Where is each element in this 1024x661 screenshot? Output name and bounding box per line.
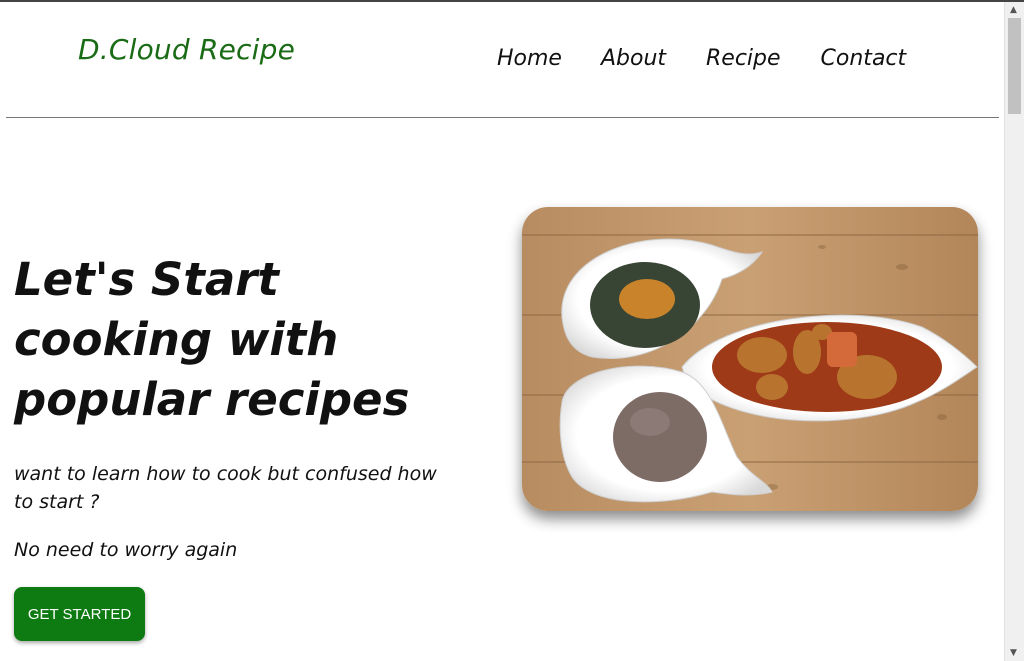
header-divider	[6, 117, 999, 118]
hero-title: Let's Start cooking with popular recipes	[14, 253, 410, 426]
navbar: D.Cloud Recipe Home About Recipe Contact	[0, 2, 1004, 118]
page-scrollbar[interactable]: ▲ ▼	[1004, 2, 1024, 661]
scroll-down-icon[interactable]: ▼	[1010, 648, 1017, 658]
nav-home-link[interactable]: Home	[497, 46, 562, 71]
nav-contact-link[interactable]: Contact	[821, 46, 907, 71]
scrollbar-thumb[interactable]	[1008, 18, 1021, 114]
scroll-up-icon[interactable]: ▲	[1010, 5, 1017, 15]
nav-recipe-link[interactable]: Recipe	[706, 46, 781, 71]
hero-note: No need to worry again	[14, 539, 238, 561]
brand-logo[interactable]: D.Cloud Recipe	[78, 33, 295, 66]
hero-food-image	[522, 207, 978, 511]
nav-about-link[interactable]: About	[601, 46, 666, 71]
food-illustration	[522, 207, 978, 511]
get-started-button[interactable]: GET STARTED	[14, 587, 145, 641]
hero-subtitle: want to learn how to cook but confused h…	[14, 463, 437, 513]
nav-links: Home About Recipe Contact	[497, 46, 906, 71]
